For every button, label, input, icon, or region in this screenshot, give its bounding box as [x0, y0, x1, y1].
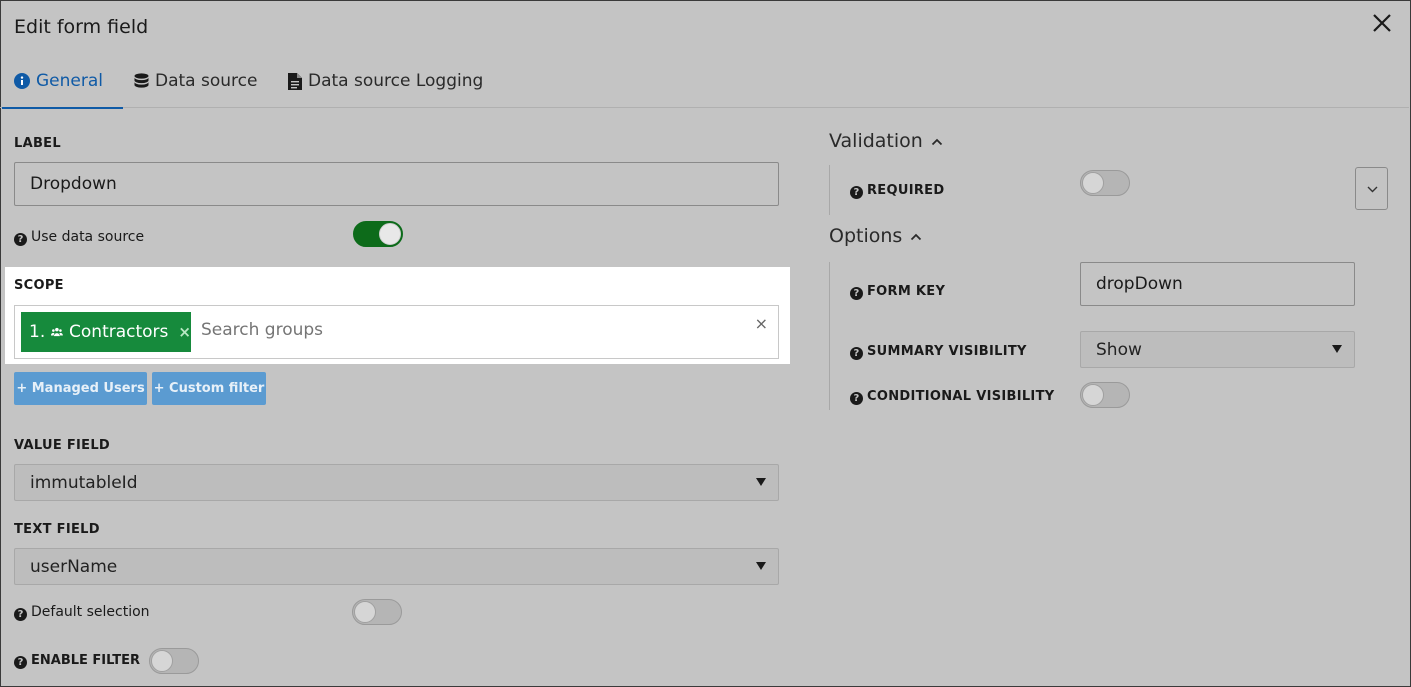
label-input[interactable]: Dropdown — [14, 162, 779, 206]
default-selection-label: Default selection — [31, 604, 150, 620]
required-row: ? REQUIRED — [850, 183, 944, 199]
caret-down-icon — [756, 561, 766, 570]
help-icon[interactable]: ? — [850, 392, 863, 405]
close-icon[interactable] — [1371, 12, 1393, 34]
chip-remove-icon[interactable]: × — [178, 323, 191, 341]
toggle-knob — [1082, 172, 1104, 194]
custom-filter-button[interactable]: + Custom filter — [152, 372, 266, 405]
caret-down-icon — [1332, 344, 1342, 353]
database-icon — [134, 73, 149, 88]
summary-visibility-label: SUMMARY VISIBILITY — [867, 344, 1027, 359]
form-key-label: FORM KEY — [867, 284, 946, 299]
help-icon[interactable]: ? — [14, 233, 27, 246]
enable-filter-label: ENABLE FILTER — [31, 653, 141, 668]
options-divider — [829, 262, 830, 410]
chip-label: Contractors — [69, 322, 169, 342]
help-icon[interactable]: ? — [850, 186, 863, 199]
default-selection-row: ? Default selection — [14, 604, 150, 621]
label-heading: LABEL — [14, 136, 61, 151]
options-heading: Options — [829, 225, 903, 247]
expand-button[interactable] — [1355, 167, 1388, 210]
tab-data-source-logging[interactable]: Data source Logging — [288, 60, 483, 108]
enable-filter-row: ? ENABLE FILTER — [14, 653, 140, 669]
chip-number: 1. — [29, 322, 46, 342]
managed-users-button[interactable]: + Managed Users — [14, 372, 147, 405]
default-selection-toggle[interactable] — [352, 599, 402, 625]
validation-heading: Validation — [829, 130, 923, 152]
form-key-row: ? FORM KEY — [850, 284, 945, 300]
scope-chip-contractors[interactable]: 1. Contractors × — [21, 312, 191, 352]
caret-down-icon — [756, 477, 766, 486]
users-icon — [51, 327, 64, 337]
form-key-input[interactable]: dropDown — [1080, 262, 1355, 306]
scope-heading: SCOPE — [14, 278, 64, 293]
tab-general-label: General — [36, 71, 103, 91]
label-input-value: Dropdown — [30, 174, 117, 194]
help-icon[interactable]: ? — [850, 287, 863, 300]
clear-scope-icon[interactable]: × — [755, 314, 768, 333]
tab-data-source-label: Data source — [155, 71, 258, 91]
validation-section-toggle[interactable]: Validation — [829, 130, 943, 152]
text-field-selected: userName — [30, 556, 118, 577]
chevron-down-icon — [1367, 186, 1378, 193]
value-field-heading: VALUE FIELD — [14, 438, 110, 453]
use-data-source-row: ? Use data source — [14, 229, 144, 246]
text-field-heading: TEXT FIELD — [14, 522, 100, 537]
validation-divider — [829, 165, 830, 215]
use-data-source-label: Use data source — [31, 229, 145, 245]
text-field-select[interactable]: userName — [14, 548, 779, 585]
tab-general[interactable]: General — [2, 60, 123, 109]
summary-visibility-selected: Show — [1096, 339, 1142, 360]
help-icon[interactable]: ? — [14, 608, 27, 621]
search-groups-input[interactable] — [201, 320, 701, 340]
toggle-knob — [1082, 384, 1104, 406]
tab-data-source-logging-label: Data source Logging — [308, 71, 484, 91]
value-field-selected: immutableId — [30, 472, 138, 493]
toggle-knob — [354, 601, 376, 623]
tab-data-source[interactable]: Data source — [134, 60, 257, 108]
summary-visibility-select[interactable]: Show — [1080, 331, 1355, 368]
conditional-visibility-row: ? CONDITIONAL VISIBILITY — [850, 389, 1054, 405]
toggle-knob — [379, 223, 401, 245]
help-icon[interactable]: ? — [850, 347, 863, 360]
toggle-knob — [151, 650, 173, 672]
chevron-up-icon — [911, 233, 922, 241]
required-toggle[interactable] — [1080, 170, 1130, 196]
document-icon — [288, 73, 302, 90]
info-circle-icon — [14, 73, 30, 89]
enable-filter-toggle[interactable] — [149, 648, 199, 674]
summary-visibility-row: ? SUMMARY VISIBILITY — [850, 344, 1027, 360]
value-field-select[interactable]: immutableId — [14, 464, 779, 501]
conditional-visibility-toggle[interactable] — [1080, 382, 1130, 408]
form-key-value: dropDown — [1096, 274, 1183, 294]
conditional-visibility-label: CONDITIONAL VISIBILITY — [867, 389, 1055, 404]
help-icon[interactable]: ? — [14, 656, 27, 669]
scope-panel: SCOPE 1. Contractors × × — [5, 267, 790, 364]
tab-bar: General Data source Data source Logging — [0, 60, 1409, 109]
chevron-up-icon — [931, 138, 943, 146]
scope-group-picker[interactable]: 1. Contractors × × — [14, 305, 779, 359]
options-section-toggle[interactable]: Options — [829, 225, 922, 247]
required-label: REQUIRED — [867, 183, 945, 198]
dialog-title: Edit form field — [14, 16, 149, 38]
use-data-source-toggle[interactable] — [353, 221, 403, 247]
